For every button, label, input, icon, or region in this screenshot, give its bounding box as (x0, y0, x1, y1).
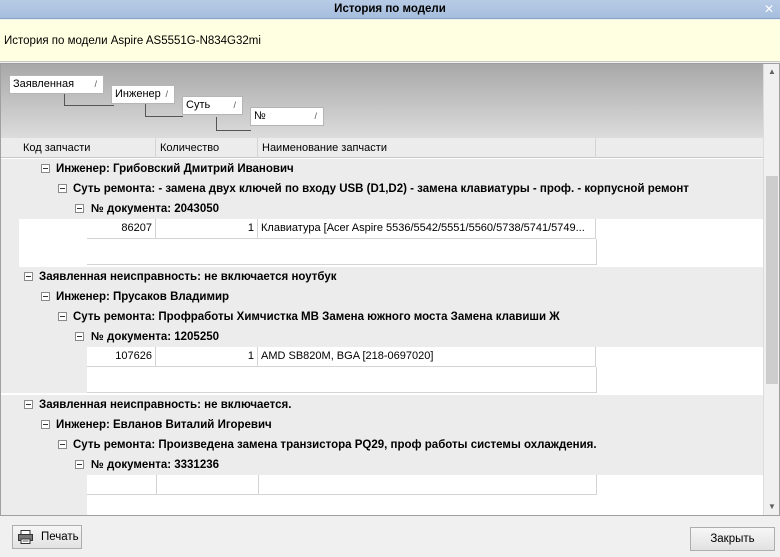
vertical-scrollbar[interactable]: ▲ ▼ (763, 64, 779, 515)
group-row-text: Суть ремонта: - замена двух ключей по вх… (73, 183, 689, 195)
group-row-claim[interactable]: Заявленная неисправность: не включается. (1, 395, 764, 415)
group-row-text: № документа: 2043050 (91, 203, 220, 215)
sort-icon: / (165, 89, 168, 99)
group-connector (145, 103, 183, 117)
group-row-text: Заявленная неисправность: не включается … (39, 271, 337, 283)
group-connector (216, 117, 251, 131)
group-chip-engineer[interactable]: Инженер / (111, 85, 175, 104)
minus-box-icon[interactable] (75, 460, 84, 469)
group-row-text: Инженер: Прусаков Владимир (56, 291, 230, 303)
minus-box-icon[interactable] (75, 332, 84, 341)
minus-box-icon[interactable] (58, 312, 67, 321)
group-chip-essence[interactable]: Суть / (182, 96, 243, 115)
group-chip-label: Инженер (115, 88, 161, 100)
group-row-engineer[interactable]: Инженер: Прусаков Владимир (1, 287, 764, 307)
group-row-text: № документа: 3331236 (91, 459, 220, 471)
group-row-claim[interactable]: Заявленная неисправность: не включается … (1, 267, 764, 287)
table-row[interactable]: 86207 1 Клавиатура [Acer Aspire 5536/554… (87, 219, 764, 239)
window-title: История по модели (334, 3, 446, 15)
cell-code: 107626 (87, 347, 156, 367)
history-grid[interactable]: Заявленная / Инженер / Суть / № / Код за… (0, 63, 780, 516)
group-row-text: Суть ремонта: Произведена замена транзис… (73, 439, 597, 451)
title-bar: История по модели ✕ (0, 0, 780, 19)
minus-box-icon[interactable] (41, 292, 50, 301)
group-row-doc[interactable]: № документа: 1205250 (1, 327, 764, 347)
minus-box-icon[interactable] (58, 184, 67, 193)
header-text: История по модели Aspire AS5551G-N834G32… (4, 35, 261, 47)
group-connector (64, 92, 114, 106)
print-button-label: Печать (41, 531, 79, 543)
group-row-text: Инженер: Евланов Виталий Игоревич (56, 419, 272, 431)
cell-name: AMD SB820M, BGA [218-0697020] (258, 347, 596, 367)
group-panel: Заявленная / Инженер / Суть / № / (1, 64, 764, 138)
scroll-up-icon[interactable]: ▲ (764, 64, 779, 80)
close-button[interactable]: Закрыть (690, 527, 775, 551)
print-button[interactable]: Печать (12, 525, 82, 549)
group-row-essence[interactable]: Суть ремонта: Профработы Химчистка МВ За… (1, 307, 764, 327)
group-row-text: Заявленная неисправность: не включается. (39, 399, 292, 411)
group-chip-label: Заявленная (13, 78, 75, 90)
group-row-engineer[interactable]: Инженер: Евланов Виталий Игоревич (1, 415, 764, 435)
close-icon[interactable]: ✕ (762, 2, 776, 16)
cell-code: 86207 (87, 219, 156, 239)
cell-name: Клавиатура [Acer Aspire 5536/5542/5551/5… (258, 219, 596, 239)
minus-box-icon[interactable] (24, 400, 33, 409)
group-row-text: № документа: 1205250 (91, 331, 220, 343)
table-row[interactable]: 107626 1 AMD SB820M, BGA [218-0697020] (87, 347, 764, 367)
group-chip-claimed[interactable]: Заявленная / (9, 75, 104, 94)
group-chip-doc[interactable]: № / (250, 107, 324, 126)
group-row-text: Суть ремонта: Профработы Химчистка МВ За… (73, 311, 560, 323)
sort-icon: / (94, 79, 97, 89)
grid-rows: Инженер: Грибовский Дмитрий Иванович Сут… (1, 159, 764, 515)
column-header-code[interactable]: Код запчасти (19, 138, 156, 158)
group-row-engineer[interactable]: Инженер: Грибовский Дмитрий Иванович (1, 159, 764, 179)
minus-box-icon[interactable] (75, 204, 84, 213)
cell-qty: 1 (156, 219, 258, 239)
close-button-label: Закрыть (710, 533, 755, 545)
scroll-thumb[interactable] (766, 176, 778, 384)
group-row-essence[interactable]: Суть ремонта: - замена двух ключей по вх… (1, 179, 764, 199)
column-header-qty[interactable]: Количество (156, 138, 258, 158)
group-chip-label: № (254, 110, 266, 122)
group-row-essence[interactable]: Суть ремонта: Произведена замена транзис… (1, 435, 764, 455)
minus-box-icon[interactable] (58, 440, 67, 449)
group-row-doc[interactable]: № документа: 2043050 (1, 199, 764, 219)
minus-box-icon[interactable] (24, 272, 33, 281)
group-row-doc[interactable]: № документа: 3331236 (1, 455, 764, 475)
info-header: История по модели Aspire AS5551G-N834G32… (0, 20, 780, 62)
group-chip-label: Суть (186, 99, 211, 111)
printer-icon (18, 530, 33, 544)
cell-qty: 1 (156, 347, 258, 367)
sort-icon: / (314, 111, 317, 121)
sort-icon: / (233, 100, 236, 110)
scroll-down-icon[interactable]: ▼ (764, 499, 779, 515)
minus-box-icon[interactable] (41, 164, 50, 173)
minus-box-icon[interactable] (41, 420, 50, 429)
column-header: Код запчасти Количество Наименование зап… (1, 138, 764, 158)
column-header-name[interactable]: Наименование запчасти (258, 138, 596, 158)
group-row-text: Инженер: Грибовский Дмитрий Иванович (56, 163, 294, 175)
